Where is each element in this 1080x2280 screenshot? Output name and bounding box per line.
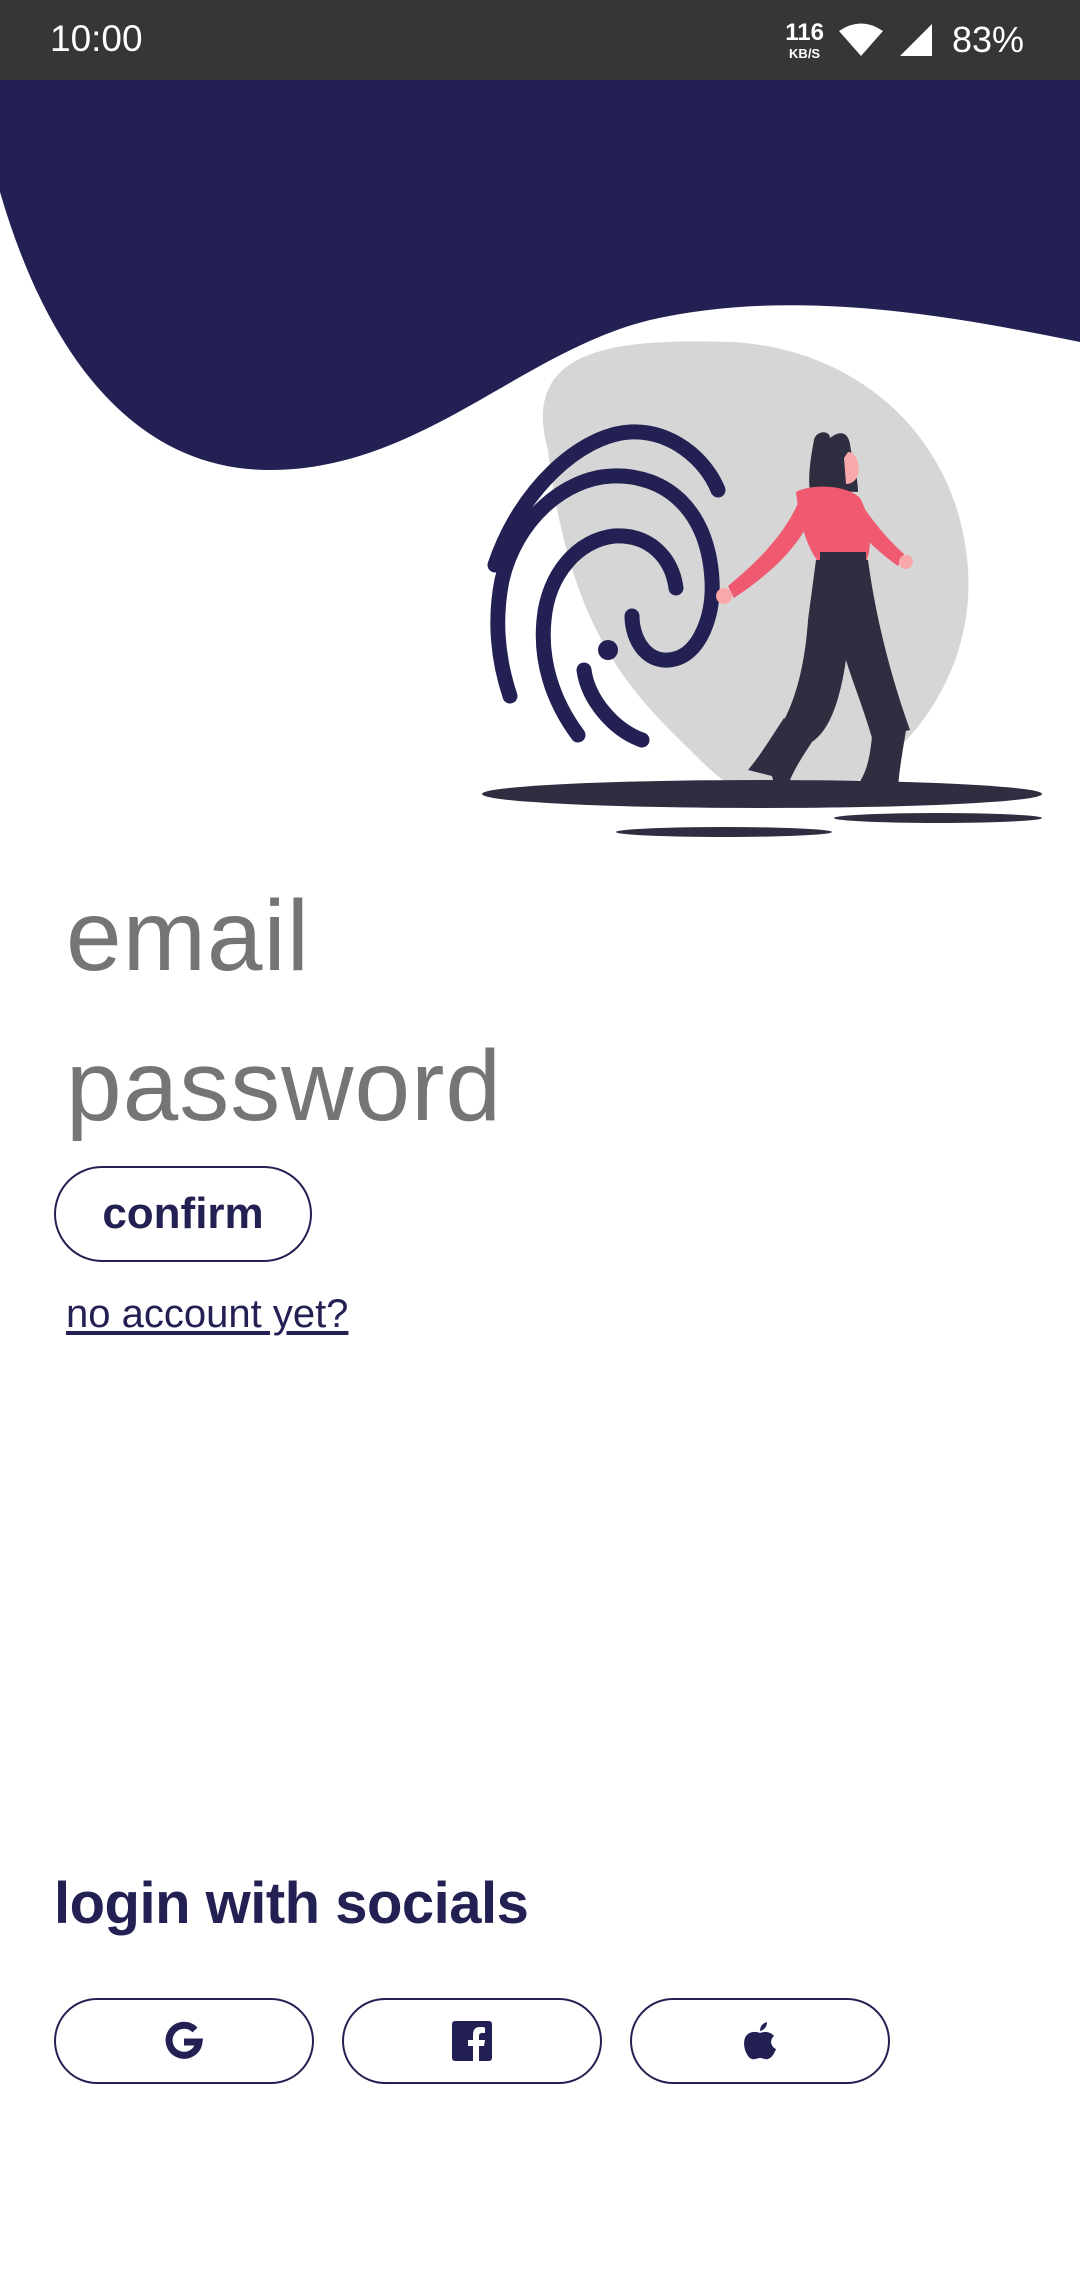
network-speed-unit: KB/S [789,45,821,61]
header-wave [0,80,1080,470]
ground-shadow-small [834,813,1042,823]
facebook-login-button[interactable] [342,1998,602,2084]
facebook-icon [452,2021,492,2061]
status-bar: 10:00 116 KB/S 83% [0,0,1080,80]
password-field[interactable]: password [66,1036,502,1136]
header-illustration [0,80,1080,837]
battery-percent: 83% [951,19,1024,60]
network-speed: 116 KB/S [785,18,824,61]
status-time: 10:00 [50,18,143,59]
network-speed-value: 116 [785,18,824,46]
login-screen: 10:00 116 KB/S 83% email password confir… [0,0,1080,2280]
apple-login-button[interactable] [630,1998,890,2084]
confirm-button[interactable]: confirm [54,1166,312,1262]
google-login-button[interactable] [54,1998,314,2084]
wifi-icon [838,23,883,56]
apple-icon [744,2022,776,2060]
status-indicators: 116 KB/S 83% [785,14,1024,66]
socials-heading: login with socials [54,1871,529,1936]
google-icon [165,2021,203,2059]
email-field[interactable]: email [66,886,310,986]
cell-signal-icon [899,24,932,56]
no-account-link[interactable]: no account yet? [66,1292,348,1337]
ground-shadow [482,780,1042,808]
ground-shadow-tiny [616,827,832,837]
confirm-button-label: confirm [102,1189,264,1238]
